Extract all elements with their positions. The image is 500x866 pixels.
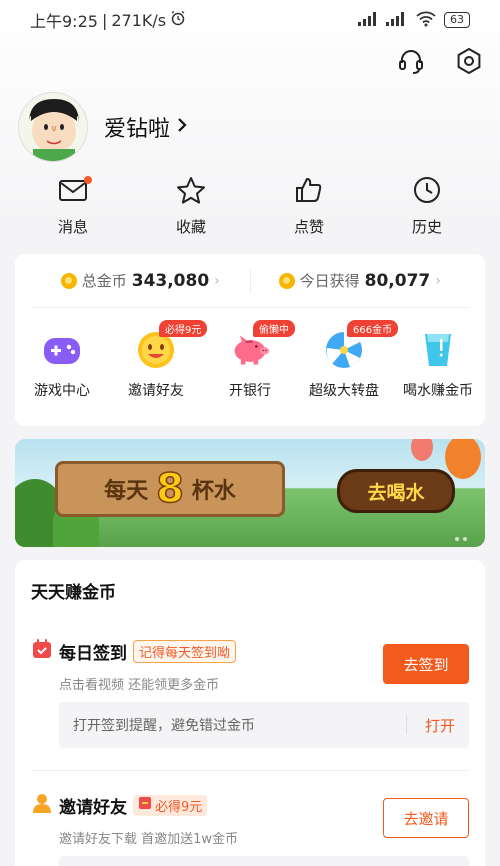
feature-label: 邀请好友 <box>128 383 184 399</box>
enable-reminder-button[interactable]: 打开 <box>425 715 455 736</box>
username-label: 爱钻啦 <box>104 117 171 142</box>
banner-text-right: 杯水 <box>191 479 236 504</box>
person-icon <box>31 792 53 818</box>
total-coins-label: 总金币 <box>81 272 127 290</box>
thumbs-up-icon <box>294 176 324 208</box>
status-speed: 271K/s <box>111 10 167 30</box>
divider <box>31 770 469 771</box>
reminder-text: 打开签到提醒，避免错过金币 <box>73 718 255 734</box>
divider <box>405 716 407 734</box>
settings-icon[interactable] <box>454 46 484 76</box>
balloon-decoration <box>411 439 433 461</box>
water-banner[interactable]: 每天 8 杯水 去喝水 <box>15 439 485 547</box>
gamepad-icon <box>42 330 82 370</box>
quick-action-history[interactable]: 历史 <box>377 176 477 237</box>
signal-icon <box>358 11 378 29</box>
feature-drink-water[interactable]: 喝水赚金币 <box>391 330 485 400</box>
unread-dot <box>84 176 92 184</box>
status-bar: 上午9:25 | 271K/s 63 <box>0 0 500 40</box>
total-coins[interactable]: 总金币 343,080 › <box>31 270 250 291</box>
coin-card: 总金币 343,080 › 今日获得 80,077 › 游戏中心 必得9元 邀请… <box>15 254 485 426</box>
headset-icon[interactable] <box>396 46 426 76</box>
banner-headline: 每天 8 杯水 <box>55 461 285 517</box>
quick-actions: 消息 收藏 点赞 历史 <box>15 176 485 237</box>
quick-action-favorites[interactable]: 收藏 <box>141 176 241 237</box>
quick-action-label: 收藏 <box>175 218 206 236</box>
header-actions <box>396 46 484 76</box>
quick-action-messages[interactable]: 消息 <box>23 176 123 237</box>
red-envelope-icon <box>138 796 152 814</box>
today-coins-label: 今日获得 <box>299 272 360 290</box>
status-time: 上午9:25 <box>30 12 98 31</box>
banner-text-left: 每天 <box>104 479 149 504</box>
coin-icon <box>278 272 295 289</box>
quick-action-label: 点赞 <box>293 218 324 236</box>
signal-hd-icon <box>386 11 408 29</box>
quick-action-likes[interactable]: 点赞 <box>259 176 359 237</box>
feature-label: 开银行 <box>229 383 271 399</box>
chevron-right-icon <box>176 115 188 140</box>
checkin-reminder: 打开签到提醒，避免错过金币 打开 <box>59 702 469 748</box>
task-tag: 必得9元 <box>133 794 208 816</box>
feature-label: 游戏中心 <box>34 383 90 399</box>
task-tag: 记得每天签到呦 <box>133 639 237 663</box>
clock-icon <box>412 176 442 208</box>
today-coins[interactable]: 今日获得 80,077 › <box>251 270 470 291</box>
coin-icon <box>60 272 77 289</box>
chevron-right-icon: › <box>214 272 220 289</box>
cup-icon <box>418 330 458 370</box>
task-tag-text: 必得9元 <box>155 799 203 815</box>
feature-label: 喝水赚金币 <box>403 383 473 399</box>
username[interactable]: 爱钻啦 <box>104 111 188 143</box>
feature-badge: 必得9元 <box>159 320 208 337</box>
feature-lucky-wheel[interactable]: 666金币 超级大转盘 <box>297 320 399 400</box>
feature-invite-friends[interactable]: 必得9元 邀请好友 <box>109 320 208 400</box>
feature-open-bank[interactable]: 偷懒中 开银行 <box>203 320 297 400</box>
task-section-title: 天天赚金币 <box>31 583 116 603</box>
invite-panel <box>59 856 469 866</box>
avatar[interactable] <box>18 92 88 162</box>
quick-action-label: 消息 <box>57 218 88 236</box>
chevron-right-icon: › <box>435 272 441 289</box>
task-daily-checkin: 每日签到 记得每天签到呦 点击看视频 还能领更多金币 去签到 <box>31 638 469 693</box>
total-coins-value: 343,080 <box>131 270 210 291</box>
task-card: 天天赚金币 每日签到 记得每天签到呦 点击看视频 还能领更多金币 去签到 打开签… <box>15 560 485 866</box>
profile-header[interactable]: 爱钻啦 <box>18 92 188 162</box>
alarm-icon <box>170 10 186 30</box>
battery-indicator: 63 <box>444 12 470 28</box>
calendar-icon <box>31 638 53 664</box>
banner-number: 8 <box>155 465 184 513</box>
drink-water-button[interactable]: 去喝水 <box>337 469 455 513</box>
status-separator: | <box>101 10 108 30</box>
feature-grid: 游戏中心 必得9元 邀请好友 偷懒中 开银行 666金币 超级大转盘 喝水赚金币 <box>15 308 485 400</box>
banner-pagination <box>455 537 467 541</box>
feature-badge: 偷懒中 <box>253 320 295 337</box>
star-icon <box>176 176 206 208</box>
quick-action-label: 历史 <box>411 218 442 236</box>
checkin-button[interactable]: 去签到 <box>383 644 469 684</box>
feature-label: 超级大转盘 <box>309 383 379 399</box>
task-name: 每日签到 <box>59 643 127 664</box>
wifi-icon <box>416 11 436 30</box>
balloon-decoration <box>445 439 481 479</box>
today-coins-value: 80,077 <box>364 270 431 291</box>
task-invite-friends: 邀请好友 必得9元 邀请好友下载 首邀加送1w金币 去邀请 <box>31 792 469 847</box>
feature-game-center[interactable]: 游戏中心 <box>15 330 109 400</box>
coin-summary: 总金币 343,080 › 今日获得 80,077 › <box>31 254 469 308</box>
task-name: 邀请好友 <box>59 797 127 818</box>
invite-button[interactable]: 去邀请 <box>383 798 469 838</box>
